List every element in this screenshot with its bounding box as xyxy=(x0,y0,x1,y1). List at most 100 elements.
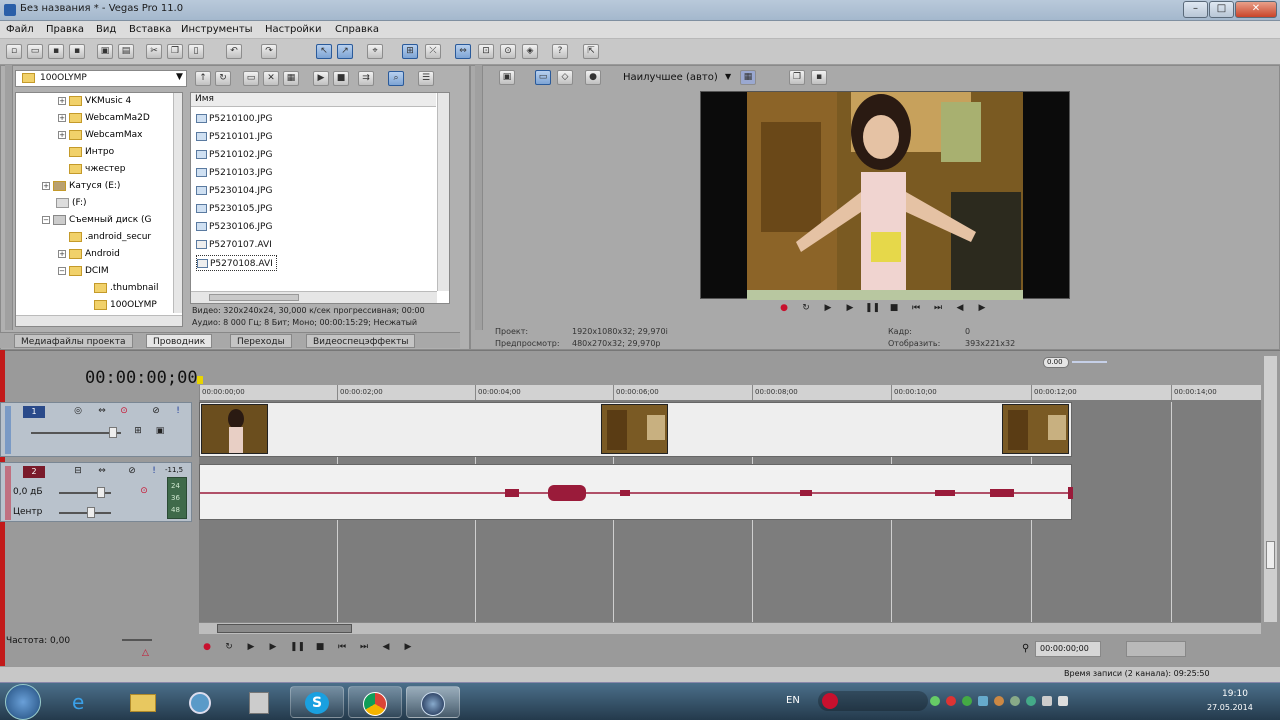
clock-date[interactable]: 27.05.2014 xyxy=(1207,703,1253,712)
chevron-down-icon[interactable]: ▼ xyxy=(725,72,731,81)
lock-envelopes-icon[interactable]: ⊡ xyxy=(478,44,494,59)
file-item[interactable]: P5270107.AVI xyxy=(196,237,272,253)
tree-item[interactable]: − Съемный диск (G xyxy=(42,212,151,228)
selection-length-field[interactable] xyxy=(1126,641,1186,657)
record-icon[interactable]: ● xyxy=(777,302,791,315)
prev-frame-icon[interactable]: ◀ xyxy=(953,302,967,315)
video-level-slider[interactable] xyxy=(31,432,121,434)
media-taskbar-icon[interactable] xyxy=(173,686,227,718)
pan-slider[interactable] xyxy=(59,512,111,514)
record-arm-icon[interactable]: ⊙ xyxy=(137,485,151,498)
stop-preview-icon[interactable]: ■ xyxy=(333,71,349,86)
start-preview-icon[interactable]: ▶ xyxy=(313,71,329,86)
volume-icon[interactable] xyxy=(1058,696,1068,706)
mute-icon[interactable]: ⊘ xyxy=(149,405,163,418)
file-item[interactable]: P5230106.JPG xyxy=(196,219,272,235)
render-icon[interactable]: ▣ xyxy=(97,44,113,59)
cursor-position-field[interactable]: 00:00:00;00 xyxy=(1035,641,1101,657)
save-icon[interactable]: ▪ xyxy=(48,44,64,59)
stop-icon[interactable]: ■ xyxy=(313,641,327,654)
split-screen-icon[interactable]: ◇ xyxy=(557,70,573,85)
stop-icon[interactable]: ■ xyxy=(887,302,901,315)
tray-icon[interactable] xyxy=(946,696,956,706)
solo-icon[interactable]: ! xyxy=(171,405,185,418)
new-project-icon[interactable]: ▫ xyxy=(6,44,22,59)
file-item[interactable]: P5230104.JPG xyxy=(196,183,272,199)
file-item[interactable]: P5210103.JPG xyxy=(196,165,272,181)
column-header[interactable]: Имя xyxy=(191,93,436,107)
search-icon[interactable]: ⌕ xyxy=(388,71,404,86)
tree-item[interactable]: + Android xyxy=(58,246,120,262)
timeline-hscrollbar[interactable] xyxy=(199,622,1261,634)
ripple-edit-icon[interactable]: ⇔ xyxy=(455,44,471,59)
loop-icon[interactable]: ↻ xyxy=(799,302,813,315)
menu-help[interactable]: Справка xyxy=(335,24,379,35)
whats-this-icon[interactable]: ⇱ xyxy=(583,44,599,59)
start-button[interactable] xyxy=(5,684,41,720)
slider-thumb[interactable] xyxy=(87,507,95,518)
explorer-taskbar-icon[interactable] xyxy=(115,686,169,718)
tray-icon[interactable] xyxy=(1010,696,1020,706)
online-help-icon[interactable]: ? xyxy=(552,44,568,59)
pause-icon[interactable]: ❚❚ xyxy=(290,641,305,654)
cut-icon[interactable]: ✂ xyxy=(146,44,162,59)
tree-item[interactable]: + WebcamMa2D xyxy=(58,110,150,126)
play-from-start-icon[interactable]: ▶ xyxy=(821,302,835,315)
media-mini-player[interactable] xyxy=(818,691,928,711)
undo-icon[interactable]: ↶ xyxy=(226,44,242,59)
collapse-icon[interactable]: − xyxy=(42,215,50,224)
tray-icon[interactable] xyxy=(994,696,1004,706)
tree-hscrollbar[interactable] xyxy=(16,315,182,326)
open-folder-icon[interactable]: ▭ xyxy=(27,44,43,59)
next-frame-icon[interactable]: ▶ xyxy=(401,641,415,654)
file-item[interactable]: P5210100.JPG xyxy=(196,111,272,127)
solo-icon[interactable]: ! xyxy=(147,465,161,478)
timeline-vscrollbar[interactable] xyxy=(1263,356,1277,622)
menu-settings[interactable]: Настройки xyxy=(265,24,321,35)
favorites-icon[interactable]: ▦ xyxy=(283,71,299,86)
video-track-header[interactable]: 1 ◎ ⇔ ⊙ ⊘ ! ⊞ ▣ xyxy=(0,402,192,457)
markers-icon[interactable]: ◈ xyxy=(522,44,538,59)
video-fx-icon[interactable]: ● xyxy=(585,70,601,85)
track-fx-icon[interactable]: ⇔ xyxy=(95,405,109,418)
language-indicator[interactable]: EN xyxy=(786,695,800,706)
menu-insert[interactable]: Вставка xyxy=(129,24,171,35)
tab-transitions[interactable]: Переходы xyxy=(230,334,292,348)
file-item[interactable]: P5210102.JPG xyxy=(196,147,272,163)
envelope-tool-icon[interactable]: ↗ xyxy=(337,44,353,59)
ie-taskbar-icon[interactable]: e xyxy=(56,686,110,718)
snap-icon[interactable]: ⊞ xyxy=(402,44,418,59)
zoom-badge[interactable]: 0.00 xyxy=(1043,357,1069,368)
maximize-button[interactable]: □ xyxy=(1209,1,1234,18)
auto-preview-icon[interactable]: ⇉ xyxy=(358,71,374,86)
expand-icon[interactable]: + xyxy=(42,181,50,190)
audio-fx-icon[interactable]: ⇔ xyxy=(95,465,109,478)
composite-mode-icon[interactable]: ⊙ xyxy=(117,405,131,418)
filelist-hscrollbar[interactable] xyxy=(191,291,437,303)
next-frame-icon[interactable]: ▶ xyxy=(975,302,989,315)
calculator-taskbar-icon[interactable] xyxy=(232,686,286,718)
copy-icon[interactable]: ❐ xyxy=(167,44,183,59)
close-button[interactable]: ✕ xyxy=(1235,1,1277,18)
chrome-taskbar-icon[interactable] xyxy=(348,686,402,718)
tree-item[interactable]: чжестер xyxy=(69,161,125,177)
zoom-slider[interactable] xyxy=(1072,361,1107,363)
play-from-start-icon[interactable]: ▶ xyxy=(244,641,258,654)
go-to-end-icon[interactable]: ⏭ xyxy=(357,641,371,654)
tree-item[interactable]: (F:) xyxy=(56,195,87,211)
menu-file[interactable]: Файл xyxy=(6,24,34,35)
panel-grip[interactable] xyxy=(475,65,483,330)
up-folder-icon[interactable]: ↑ xyxy=(195,71,211,86)
skype-taskbar-icon[interactable]: S xyxy=(290,686,344,718)
file-item[interactable]: P5210101.JPG xyxy=(196,129,272,145)
refresh-icon[interactable]: ↻ xyxy=(215,71,231,86)
tree-item[interactable]: .android_secur xyxy=(69,229,151,245)
menu-tools[interactable]: Инструменты xyxy=(181,24,253,35)
pause-icon[interactable]: ❚❚ xyxy=(865,302,880,315)
tree-item[interactable]: + Катуся (E:) xyxy=(42,178,120,194)
new-folder-icon[interactable]: ▭ xyxy=(243,71,259,86)
tree-item[interactable]: .thumbnail xyxy=(94,280,159,296)
preview-properties-icon[interactable]: ▣ xyxy=(499,70,515,85)
tree-item[interactable]: + VKMusic 4 xyxy=(58,93,131,109)
network-icon[interactable] xyxy=(1042,696,1052,706)
